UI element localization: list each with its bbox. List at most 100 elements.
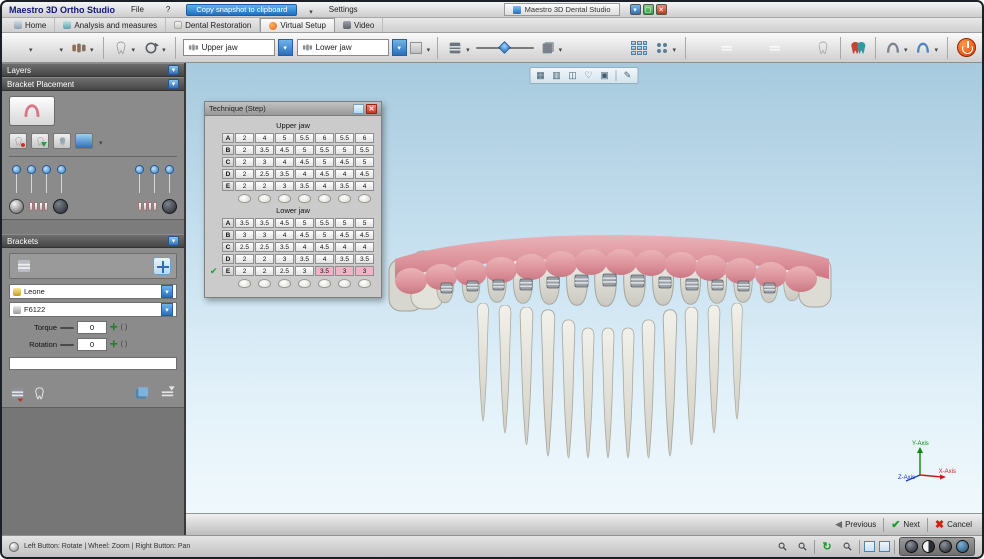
contrast-sphere-icon[interactable] xyxy=(9,199,24,214)
technique-cell[interactable]: 3 xyxy=(255,230,274,240)
cancel-button[interactable]: ✖ Cancel xyxy=(935,518,972,531)
technique-cell[interactable]: 5 xyxy=(355,218,374,228)
technique-cell[interactable]: 3 xyxy=(235,230,254,240)
zoom-window-button[interactable] xyxy=(774,539,790,554)
offset-slider-3[interactable] xyxy=(39,163,54,195)
slider-handle[interactable] xyxy=(135,165,144,174)
lower-jaw-combobox[interactable]: Lower jaw xyxy=(296,39,389,56)
technique-row-label[interactable]: E xyxy=(222,181,234,191)
technique-cell[interactable]: 4.5 xyxy=(275,218,294,228)
move-tooth-tool-button[interactable] xyxy=(111,36,138,60)
technique-cell[interactable]: 4 xyxy=(335,242,354,252)
chevron-down-icon[interactable] xyxy=(88,39,94,57)
slider-handle[interactable] xyxy=(27,165,36,174)
multi-view-button[interactable] xyxy=(879,541,890,552)
offset-slider-1[interactable] xyxy=(9,163,24,195)
jaw-option-box[interactable] xyxy=(409,41,422,54)
copy-snapshot-dropdown-icon[interactable] xyxy=(307,2,313,19)
tab-video[interactable]: Video xyxy=(335,18,384,32)
technique-cell[interactable]: 5 xyxy=(355,157,374,167)
tab-analysis-and-measures[interactable]: Analysis and measures xyxy=(55,18,167,32)
chevron-down-icon[interactable] xyxy=(902,39,908,57)
compare-teeth-button[interactable] xyxy=(848,36,868,60)
single-view-button[interactable] xyxy=(864,541,875,552)
technique-cell[interactable]: 3.5 xyxy=(255,145,274,155)
technique-row-label[interactable]: B xyxy=(222,145,234,155)
tab-home[interactable]: Home xyxy=(6,18,56,32)
surface-mode-button[interactable] xyxy=(75,133,93,149)
technique-row-label[interactable]: D xyxy=(222,169,234,179)
technique-cell[interactable]: 3.5 xyxy=(335,254,354,264)
bracket-note-input[interactable] xyxy=(9,357,177,370)
occlusion-icon[interactable]: ♡ xyxy=(582,69,596,82)
previous-button[interactable]: ◀ Previous xyxy=(835,519,876,530)
technique-cell[interactable]: 4.5 xyxy=(355,169,374,179)
technique-cell[interactable]: 3.5 xyxy=(235,218,254,228)
technique-cell[interactable]: 4.5 xyxy=(295,230,314,240)
slider-handle[interactable] xyxy=(42,165,51,174)
technique-cell[interactable]: 3.5 xyxy=(355,254,374,264)
technique-cell[interactable]: 3 xyxy=(295,266,314,276)
technique-cell[interactable]: 5 xyxy=(275,133,294,143)
technique-cell[interactable]: 3.5 xyxy=(255,218,274,228)
tooth-tool-button[interactable] xyxy=(8,36,35,60)
technique-cell[interactable]: 5 xyxy=(335,218,354,228)
bracket-model-combobox[interactable]: F6122 xyxy=(9,302,177,317)
textured-mode-button[interactable] xyxy=(956,540,969,553)
technique-cell[interactable]: 2.5 xyxy=(255,169,274,179)
technique-cell[interactable]: 2 xyxy=(235,157,254,167)
tooth-icon[interactable] xyxy=(335,193,354,204)
technique-cell[interactable]: 3.5 xyxy=(275,242,294,252)
technique-cell[interactable]: 5.5 xyxy=(315,218,334,228)
band-tool-5-button[interactable] xyxy=(789,36,809,60)
torque-increase-icon[interactable]: ✛ xyxy=(110,323,118,332)
draw-tool-icon[interactable]: ✎ xyxy=(621,69,635,82)
technique-close-button[interactable]: ✕ xyxy=(366,103,377,114)
technique-cell[interactable]: 2 xyxy=(235,169,254,179)
offset-slider-6[interactable] xyxy=(147,163,162,195)
tab-dental-restoration[interactable]: Dental Restoration xyxy=(166,18,261,32)
technique-cell[interactable]: 3.5 xyxy=(315,266,334,276)
tooth-icon[interactable] xyxy=(295,278,314,289)
layers-collapse-icon[interactable] xyxy=(168,65,179,75)
dual-view-icon[interactable]: ◫ xyxy=(566,69,580,82)
tooth-icon[interactable] xyxy=(295,193,314,204)
offset-slider-7[interactable] xyxy=(162,163,177,195)
technique-cell[interactable]: 4.5 xyxy=(335,157,354,167)
technique-cell[interactable]: 4 xyxy=(295,169,314,179)
model-toggle-icon[interactable]: ▣ xyxy=(598,69,612,82)
tooth-icon[interactable] xyxy=(275,193,294,204)
teeth-row-icon[interactable] xyxy=(138,202,157,211)
technique-cell[interactable]: 2 xyxy=(235,133,254,143)
wireframe-mode-button[interactable] xyxy=(939,540,952,553)
technique-cell[interactable]: 2.5 xyxy=(275,266,294,276)
technique-row-label[interactable]: A xyxy=(222,133,234,143)
technique-cell[interactable]: 4 xyxy=(275,230,294,240)
bracket-placement-section-header[interactable]: Bracket Placement xyxy=(2,77,184,91)
technique-row-label[interactable]: C xyxy=(222,242,234,252)
technique-panel-titlebar[interactable]: Technique (Step) ✕ xyxy=(205,102,381,116)
layers-section-header[interactable]: Layers xyxy=(2,63,184,77)
technique-cell[interactable]: 5.5 xyxy=(295,133,314,143)
technique-cell[interactable]: 2.5 xyxy=(255,242,274,252)
teeth-row-icon[interactable] xyxy=(29,202,48,211)
upper-jaw-dropdown-button[interactable] xyxy=(277,39,293,56)
3d-viewport[interactable]: ▦ ▥ ◫ ♡ ▣ ✎ Technique (Step) ✕ Upper jaw… xyxy=(186,63,982,535)
technique-cell[interactable]: 4 xyxy=(255,133,274,143)
close-button[interactable]: ✕ xyxy=(655,4,667,15)
technique-cell[interactable]: 3.5 xyxy=(295,181,314,191)
technique-cell[interactable]: 6 xyxy=(315,133,334,143)
technique-cell[interactable]: 4.5 xyxy=(295,157,314,167)
tooth-icon[interactable] xyxy=(255,278,274,289)
torque-reset-icon[interactable]: ( ) xyxy=(121,324,128,331)
band-tool-1-button[interactable] xyxy=(693,36,713,60)
technique-cell[interactable]: 2 xyxy=(255,181,274,191)
rotation-reset-icon[interactable]: ( ) xyxy=(121,341,128,348)
tooth-mode-button[interactable] xyxy=(53,133,71,149)
technique-cell[interactable]: 5 xyxy=(335,145,354,155)
bracket-placement-collapse-icon[interactable] xyxy=(168,79,179,89)
technique-cell[interactable]: 5.5 xyxy=(315,145,334,155)
tooth-icon[interactable] xyxy=(335,278,354,289)
technique-cell[interactable]: 4 xyxy=(315,181,334,191)
rotation-input[interactable] xyxy=(77,338,107,351)
